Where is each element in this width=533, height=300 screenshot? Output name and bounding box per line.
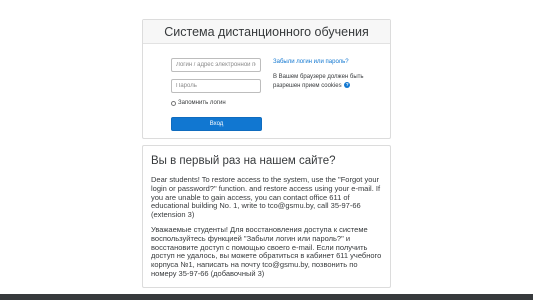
- remember-login[interactable]: Запомнить логин: [171, 100, 226, 106]
- login-panel-title: Система дистанционного обучения: [143, 20, 390, 44]
- help-icon[interactable]: ?: [344, 81, 351, 88]
- first-visit-title: Вы в первый раз на нашем сайте?: [151, 155, 336, 167]
- cookies-text: В Вашем браузере должен быть разрешен пр…: [273, 74, 364, 89]
- footer-bar: [0, 294, 533, 300]
- login-panel: Система дистанционного обучения Запомнит…: [142, 19, 391, 139]
- info-paragraph-en: Dear students! To restore access to the …: [151, 175, 381, 220]
- info-paragraph-ru: Уважаемые студенты! Для восстановления д…: [151, 224, 382, 278]
- username-input[interactable]: [171, 58, 261, 72]
- first-visit-panel: Вы в первый раз на нашем сайте? Dear stu…: [142, 145, 391, 288]
- forgot-password-link[interactable]: Забыли логин или пароль?: [273, 59, 349, 65]
- password-input[interactable]: [171, 79, 261, 93]
- remember-checkbox[interactable]: [171, 100, 176, 106]
- cookies-notice: В Вашем браузере должен быть разрешен пр…: [273, 73, 373, 90]
- remember-label: Запомнить логин: [178, 100, 226, 106]
- login-button[interactable]: Вход: [171, 117, 262, 131]
